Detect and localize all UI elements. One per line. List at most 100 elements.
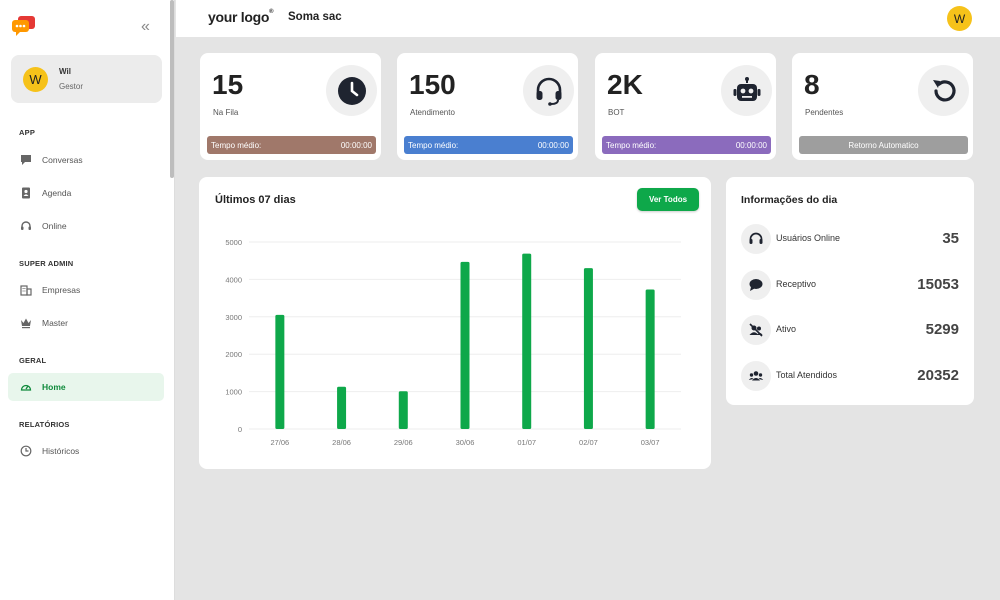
sidebar-item-label: Master bbox=[42, 318, 68, 328]
robot-icon bbox=[721, 65, 772, 116]
user-card[interactable]: W Wil Gestor bbox=[11, 55, 162, 103]
sidebar-scrollbar[interactable] bbox=[170, 0, 174, 178]
section-geral: GERAL bbox=[19, 356, 47, 365]
section-relatorios: RELATÓRIOS bbox=[19, 420, 70, 429]
avg-time-label: Tempo médio: bbox=[408, 140, 459, 150]
crown-icon bbox=[19, 317, 32, 330]
bar-01/07[interactable] bbox=[522, 253, 532, 429]
stat-label: BOT bbox=[608, 108, 625, 117]
sidebar-item-label: Conversas bbox=[42, 155, 83, 165]
sidebar-item-label: Agenda bbox=[42, 188, 72, 198]
stat-card-pendentes: 8 Pendentes Retorno Automatico bbox=[792, 53, 973, 160]
chart-panel: Últimos 07 dias Ver Todos 0 1000 2000 3000 4… bbox=[199, 177, 711, 469]
info-value: 5299 bbox=[925, 321, 959, 338]
sidebar-item-label: Home bbox=[42, 382, 66, 392]
sidebar: « W Wil Gestor APP Conversas Agenda Onli… bbox=[0, 0, 175, 600]
section-super-admin: SUPER ADMIN bbox=[19, 259, 74, 268]
avg-time-bar: Tempo médio: 00:00:00 bbox=[207, 136, 376, 154]
info-label: Ativo bbox=[776, 324, 797, 334]
user-avatar-button[interactable]: W bbox=[947, 6, 972, 31]
headset-icon bbox=[523, 65, 574, 116]
stat-value: 2K bbox=[607, 69, 643, 100]
chat-icon bbox=[19, 154, 32, 167]
info-value: 35 bbox=[942, 230, 959, 247]
x-tick-label: 02/07 bbox=[579, 438, 598, 447]
bar-29/06[interactable] bbox=[398, 391, 408, 429]
topbar: your logo® Soma sac W bbox=[176, 0, 1000, 37]
sidebar-item-home[interactable]: Home bbox=[8, 373, 164, 401]
chat-bubble-icon bbox=[741, 270, 771, 300]
info-row-ativo: Ativo 5299 bbox=[741, 315, 959, 345]
info-value: 20352 bbox=[917, 367, 959, 384]
sidebar-item-label: Históricos bbox=[42, 446, 80, 456]
collapse-sidebar-icon[interactable]: « bbox=[141, 18, 150, 36]
info-panel: Informações do dia Usuários Online 35 Re… bbox=[726, 177, 974, 405]
avg-time-value: 00:00:00 bbox=[735, 140, 767, 150]
section-app: APP bbox=[19, 128, 36, 137]
info-value: 15053 bbox=[917, 276, 959, 293]
info-title: Informações do dia bbox=[741, 194, 838, 206]
sidebar-item-empresas[interactable]: Empresas bbox=[8, 276, 164, 304]
clock-icon bbox=[326, 65, 377, 116]
y-tick-label: 1000 bbox=[225, 388, 242, 397]
auto-return-bar[interactable]: Retorno Automatico bbox=[799, 136, 968, 154]
bar-02/07[interactable] bbox=[583, 268, 593, 429]
avatar: W bbox=[23, 67, 48, 92]
sidebar-item-master[interactable]: Master bbox=[8, 309, 164, 337]
stat-value: 150 bbox=[409, 69, 456, 100]
info-row-total-atendidos: Total Atendidos 20352 bbox=[741, 361, 959, 391]
users-group-icon bbox=[741, 361, 771, 391]
stat-value: 15 bbox=[212, 69, 244, 100]
muted-users-icon bbox=[741, 315, 771, 345]
refresh-icon bbox=[918, 65, 969, 116]
stat-card-atendimento: 150 Atendimento Tempo médio: 00:00:00 bbox=[397, 53, 578, 160]
sidebar-item-label: Online bbox=[42, 221, 67, 231]
info-label: Receptivo bbox=[776, 279, 817, 289]
x-tick-label: 01/07 bbox=[517, 438, 536, 447]
avg-time-label: Tempo médio: bbox=[606, 140, 657, 150]
avg-time-label: Tempo médio: bbox=[211, 140, 262, 150]
auto-return-label: Retorno Automatico bbox=[848, 140, 919, 150]
y-tick-label: 2000 bbox=[225, 350, 242, 359]
y-tick-label: 3000 bbox=[225, 313, 242, 322]
building-icon bbox=[19, 284, 32, 297]
bar-27/06[interactable] bbox=[275, 314, 285, 429]
sidebar-item-conversas[interactable]: Conversas bbox=[8, 146, 164, 174]
avg-time-bar: Tempo médio: 00:00:00 bbox=[602, 136, 771, 154]
x-tick-label: 30/06 bbox=[456, 438, 475, 447]
stat-card-bot: 2K BOT Tempo médio: 00:00:00 bbox=[595, 53, 776, 160]
stat-card-na-fila: 15 Na Fila Tempo médio: 00:00:00 bbox=[200, 53, 381, 160]
logo-text: your logo bbox=[208, 9, 270, 25]
avg-time-value: 00:00:00 bbox=[537, 140, 569, 150]
clock-icon bbox=[19, 445, 32, 458]
sidebar-item-historicos[interactable]: Históricos bbox=[8, 437, 164, 465]
sidebar-item-label: Empresas bbox=[42, 285, 81, 295]
info-label: Total Atendidos bbox=[776, 370, 838, 380]
y-tick-label: 0 bbox=[238, 425, 242, 434]
logo-mark: ® bbox=[269, 9, 274, 15]
stat-value: 8 bbox=[804, 69, 820, 100]
x-tick-label: 28/06 bbox=[332, 438, 351, 447]
stat-label: Atendimento bbox=[410, 108, 455, 117]
info-row-receptivo: Receptivo 15053 bbox=[741, 270, 959, 300]
y-tick-label: 5000 bbox=[225, 238, 242, 247]
user-name: Wil bbox=[59, 67, 71, 76]
sidebar-item-agenda[interactable]: Agenda bbox=[8, 179, 164, 207]
bar-03/07[interactable] bbox=[645, 289, 655, 429]
sidebar-item-online[interactable]: Online bbox=[8, 212, 164, 240]
page-title: Soma sac bbox=[288, 11, 342, 23]
bar-28/06[interactable] bbox=[337, 386, 347, 429]
info-row-usuarios-online: Usuários Online 35 bbox=[741, 224, 959, 254]
bar-chart: 0 1000 2000 3000 4000 5000 27/06 28/06 29/06 30/0… bbox=[225, 238, 681, 447]
headset-icon bbox=[19, 220, 32, 233]
avg-time-bar: Tempo médio: 00:00:00 bbox=[404, 136, 573, 154]
stat-label: Na Fila bbox=[213, 108, 239, 117]
y-tick-label: 4000 bbox=[225, 275, 242, 284]
x-tick-label: 27/06 bbox=[270, 438, 289, 447]
x-tick-label: 03/07 bbox=[641, 438, 660, 447]
stat-label: Pendentes bbox=[805, 108, 844, 117]
dashboard-gauge-icon bbox=[19, 381, 32, 394]
avg-time-value: 00:00:00 bbox=[340, 140, 372, 150]
user-role: Gestor bbox=[59, 82, 84, 91]
bar-30/06[interactable] bbox=[460, 261, 470, 429]
